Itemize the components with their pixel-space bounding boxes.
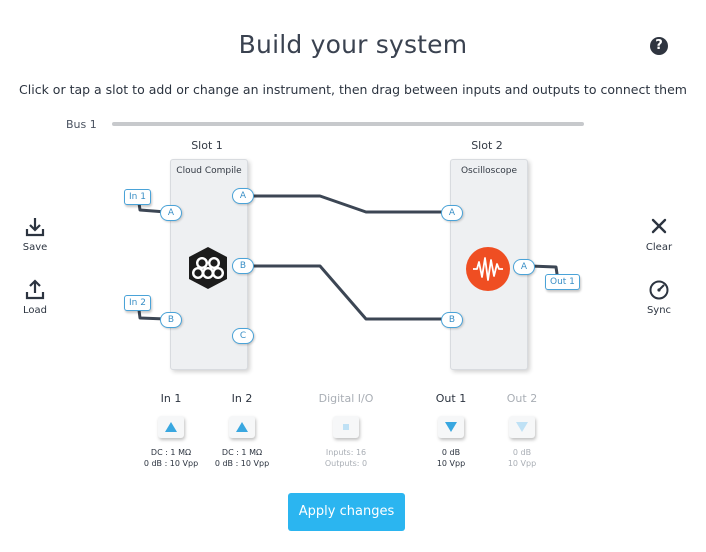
io-label-in-1: In 1 <box>160 392 182 405</box>
triangle-down-icon <box>516 422 528 432</box>
sync-label: Sync <box>646 305 672 316</box>
io-out-2-details: 0 dB 10 Vpp <box>507 448 537 468</box>
close-icon <box>651 218 667 234</box>
load-button[interactable]: Load <box>15 279 55 316</box>
io-label-out-1: Out 1 <box>435 392 467 405</box>
load-label: Load <box>23 305 47 316</box>
slot-1-output-c[interactable]: C <box>232 328 254 344</box>
cloud-compile-logo-icon <box>189 247 227 289</box>
triangle-down-icon <box>445 422 457 432</box>
slot-2-input-a[interactable]: A <box>441 205 463 221</box>
download-icon <box>25 218 45 237</box>
slot-2-output-a[interactable]: A <box>513 259 535 275</box>
apply-changes-button[interactable]: Apply changes <box>288 493 405 531</box>
connection-wires <box>136 194 560 321</box>
io-in-1-details: DC : 1 MΩ 0 dB : 10 Vpp <box>143 448 199 468</box>
slot-1-input-a[interactable]: A <box>160 205 182 221</box>
sync-button[interactable]: Sync <box>639 279 679 316</box>
clear-label: Clear <box>645 242 673 253</box>
io-digital-io-button <box>333 416 359 438</box>
slot-2-instrument-name: Oscilloscope <box>460 166 518 176</box>
io-label-out-2: Out 2 <box>506 392 538 405</box>
wire-slot1b-to-slot2b <box>247 264 448 321</box>
slot-1-output-b[interactable]: B <box>232 258 254 274</box>
slot-2-input-b[interactable]: B <box>441 312 463 328</box>
triangle-up-icon <box>236 422 248 432</box>
io-out-1-details: 0 dB 10 Vpp <box>436 448 466 468</box>
triangle-up-icon <box>165 422 177 432</box>
io-in-2-button[interactable] <box>229 416 255 438</box>
oscilloscope-logo-icon <box>466 247 510 291</box>
gauge-icon <box>649 280 669 300</box>
slot-1-instrument-name: Cloud Compile <box>176 166 242 176</box>
io-in-1-button[interactable] <box>158 416 184 438</box>
io-out-2-button[interactable] <box>509 416 535 438</box>
upload-icon <box>25 279 45 300</box>
wire-slot1a-to-slot2a <box>247 194 448 214</box>
io-digital-io-details: Inputs: 16 Outputs: 0 <box>324 448 368 468</box>
square-icon <box>343 424 349 430</box>
clear-button[interactable]: Clear <box>639 216 679 253</box>
external-out-1[interactable]: Out 1 <box>545 274 580 290</box>
slot-1-output-a[interactable]: A <box>232 188 254 204</box>
io-label-digital-io: Digital I/O <box>318 392 374 405</box>
save-label: Save <box>22 242 48 253</box>
io-out-1-button[interactable] <box>438 416 464 438</box>
slot-1-input-b[interactable]: B <box>160 312 182 328</box>
save-button[interactable]: Save <box>15 216 55 253</box>
io-in-2-details: DC : 1 MΩ 0 dB : 10 Vpp <box>214 448 270 468</box>
io-label-in-2: In 2 <box>231 392 253 405</box>
external-in-1[interactable]: In 1 <box>124 189 151 205</box>
external-in-2[interactable]: In 2 <box>124 295 151 311</box>
